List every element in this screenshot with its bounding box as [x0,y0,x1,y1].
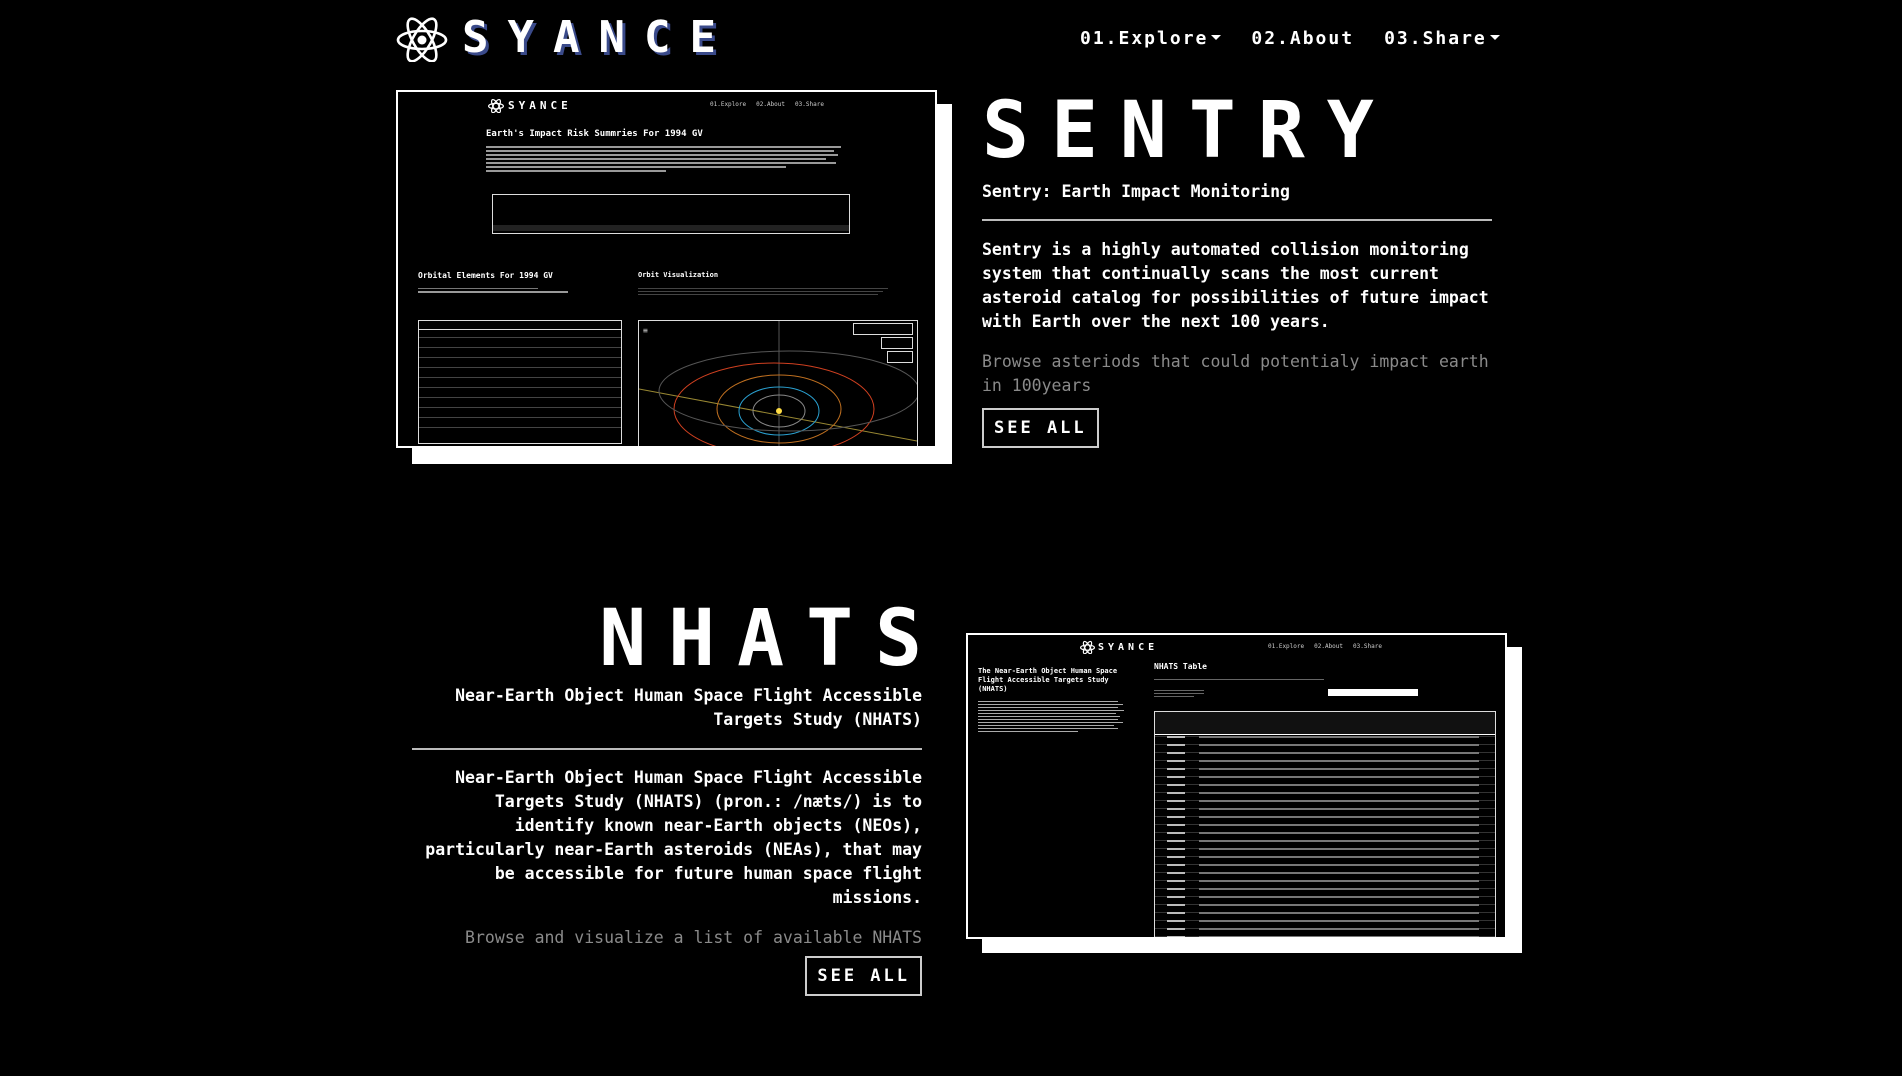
divider [412,748,922,750]
atom-icon [396,16,448,62]
nav-item-about[interactable]: 02.About [1251,28,1354,49]
nhats-section: NHATS Near-Earth Object Human Space Flig… [412,594,922,996]
mini-orbit-viz: ≡ [638,320,918,446]
nhats-subtitle: Near-Earth Object Human Space Flight Acc… [455,686,922,729]
nhats-browse-text: Browse and visualize a list of available… [465,928,922,947]
caret-down-icon [1489,34,1500,40]
mini-search-box [1328,689,1418,696]
brand-name: SYANCE [462,12,735,63]
nhats-screenshot: SYANCE 01.Explore 02.About 03.Share The Ne… [966,633,1522,953]
sentry-description: Sentry is a highly automated collision m… [982,240,1489,331]
divider [982,219,1492,221]
mini-heading: Earth's Impact Risk Summries For 1994 GV [486,129,703,139]
sentry-screenshot: SYANCE 01.Explore 02.About 03.Share Earth'… [396,90,952,464]
caret-down-icon [1211,34,1222,40]
sentry-see-all-button[interactable]: SEE ALL [982,408,1099,448]
sentry-title: SENTRY [982,86,1396,176]
mini-table-heading: NHATS Table [1154,662,1207,671]
mini-side-heading: The Near-Earth Object Human Space Flight… [978,667,1118,693]
atom-icon [488,98,504,113]
nav-item-share[interactable]: 03.Share [1384,28,1500,49]
mini-orbital-heading: Orbital Elements For 1994 GV [418,271,553,280]
screenshot-frame: SYANCE 01.Explore 02.About 03.Share The Ne… [966,633,1507,939]
mini-paragraph [486,144,846,174]
mini-orbit-heading: Orbit Visualization [638,271,719,279]
sentry-subtitle: Sentry: Earth Impact Monitoring [982,182,1290,201]
mini-nhats-table [1154,711,1496,937]
mini-brand: SYANCE [1098,642,1159,653]
nav-menu: 01.Explore 02.About 03.Share [1080,28,1500,49]
mini-summary-table [492,194,850,234]
nav-item-explore[interactable]: 01.Explore [1080,28,1222,49]
navbar: SYANCE 01.Explore 02.About 03.Share [0,0,1902,76]
nhats-see-all-button[interactable]: SEE ALL [805,956,922,996]
mini-elements-table [418,320,622,444]
mini-brand: SYANCE [508,99,572,112]
mini-orbit-text [638,286,888,297]
brand-logo[interactable]: SYANCE [396,12,735,63]
nhats-description: Near-Earth Object Human Space Flight Acc… [425,768,922,907]
sentry-browse-text: Browse asteriods that could potentialy i… [982,352,1489,395]
mini-side-paragraph [978,699,1128,734]
svg-text:≡: ≡ [643,326,648,335]
mini-nav: 01.Explore 02.About 03.Share [710,101,824,108]
sentry-section: SENTRY Sentry: Earth Impact Monitoring S… [982,86,1492,448]
orbit-diagram: ≡ [639,321,917,446]
nav-item-label: 01.Explore [1080,28,1209,49]
nhats-title: NHATS [599,594,944,684]
mini-nav: 01.Explore 02.About 03.Share [1268,643,1382,650]
nav-item-label: 03.Share [1384,28,1487,49]
nav-item-label: 02.About [1251,28,1355,49]
mini-table-meta [1154,677,1494,699]
mini-orbital-meta [418,286,578,295]
atom-icon [1080,640,1095,654]
screenshot-frame: SYANCE 01.Explore 02.About 03.Share Earth'… [396,90,937,448]
